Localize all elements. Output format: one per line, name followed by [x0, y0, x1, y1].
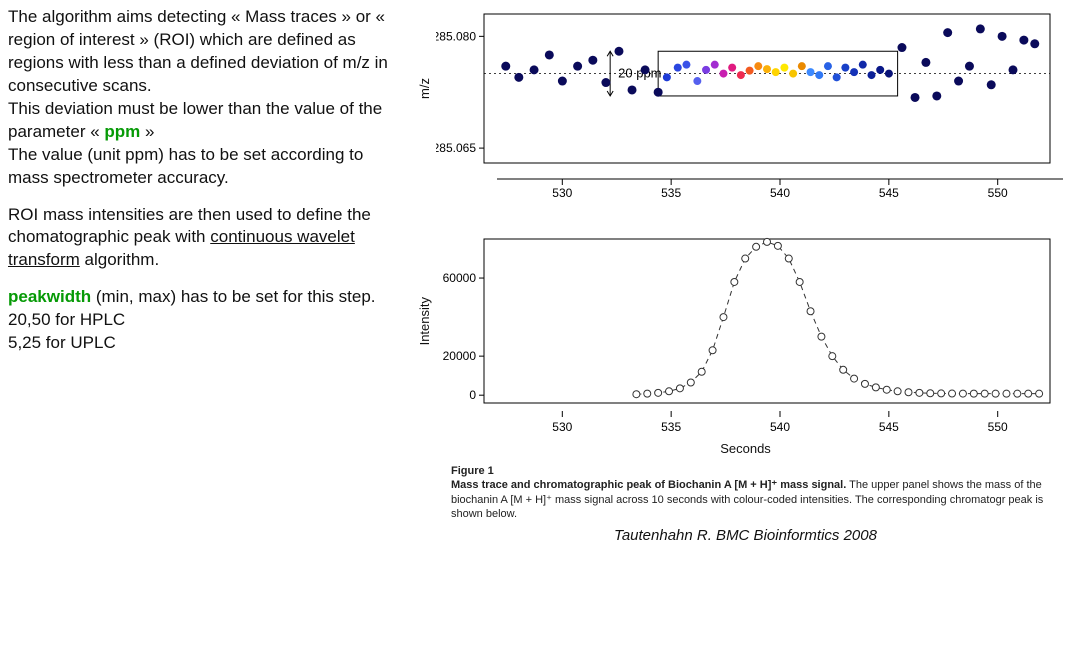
svg-text:535: 535: [661, 420, 681, 434]
svg-text:535: 535: [661, 186, 681, 200]
svg-text:550: 550: [988, 420, 1008, 434]
ylabel-bottom: Intensity: [413, 297, 436, 345]
svg-text:0: 0: [469, 388, 476, 402]
caption-figure-num: Figure 1: [451, 464, 1078, 478]
text-close-quote: »: [140, 122, 154, 141]
intensity-chart: 0 20000 60000: [436, 231, 1056, 411]
text-deviation: This deviation must be lower than the va…: [8, 99, 382, 141]
bottom-chart-wrap: Intensity 0 20000 60000: [413, 231, 1078, 411]
svg-text:540: 540: [770, 186, 790, 200]
param-ppm: ppm: [104, 122, 140, 141]
text-cwt-b: algorithm.: [80, 250, 159, 269]
text-peakwidth-desc: (min, max) has to be set for this step.: [91, 287, 375, 306]
text-uplc: 5,25 for UPLC: [8, 333, 116, 352]
citation: Tautenhahn R. BMC Bioinformtics 2008: [413, 527, 1078, 544]
text-ppm-note: The value (unit ppm) has to be set accor…: [8, 145, 363, 187]
svg-text:540: 540: [770, 420, 790, 434]
svg-text:20 ppm: 20 ppm: [618, 66, 661, 81]
svg-text:285.065: 285.065: [436, 141, 476, 155]
svg-text:550: 550: [988, 186, 1008, 200]
text-roi-desc: The algorithm aims detecting « Mass trac…: [8, 7, 388, 95]
paragraph-peakwidth: peakwidth (min, max) has to be set for t…: [8, 286, 393, 355]
text-hplc: 20,50 for HPLC: [8, 310, 125, 329]
top-chart-xaxis: 530 535 540 545 550: [413, 171, 1069, 201]
figure-caption: Figure 1 Mass trace and chromatographic …: [413, 464, 1078, 521]
mass-trace-chart: 285.065 285.080 20 ppm: [436, 6, 1056, 171]
bottom-chart-xaxis: 530 535 540 545 550: [413, 411, 1069, 439]
param-peakwidth: peakwidth: [8, 287, 91, 306]
top-chart-wrap: m/z 285.065 285.080 20 ppm: [413, 6, 1078, 171]
svg-text:545: 545: [879, 420, 899, 434]
svg-text:60000: 60000: [443, 271, 477, 285]
xlabel: Seconds: [413, 441, 1078, 456]
description-panel: The algorithm aims detecting « Mass trac…: [8, 6, 403, 661]
caption-title: Mass trace and chromatographic peak of B…: [451, 479, 846, 491]
svg-text:285.080: 285.080: [436, 29, 476, 43]
paragraph-roi: The algorithm aims detecting « Mass trac…: [8, 6, 393, 190]
ylabel-top: m/z: [413, 78, 436, 99]
figure-panel: m/z 285.065 285.080 20 ppm 530 535 540 545 550…: [403, 6, 1078, 661]
svg-text:545: 545: [879, 186, 899, 200]
svg-text:530: 530: [552, 420, 572, 434]
svg-text:530: 530: [552, 186, 572, 200]
svg-text:20000: 20000: [443, 349, 477, 363]
paragraph-cwt: ROI mass intensities are then used to de…: [8, 204, 393, 273]
